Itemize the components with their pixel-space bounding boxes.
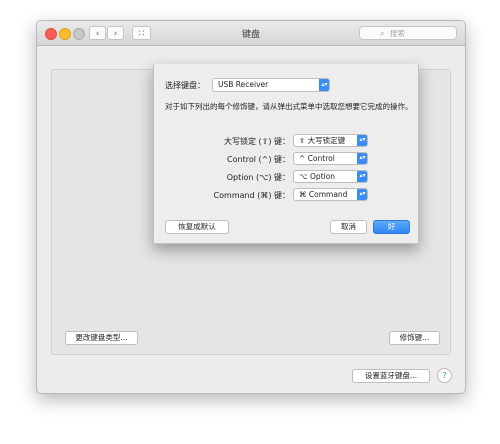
title-bar: ‹ › ∷ 键盘 ⌕ 搜索 [37,21,465,46]
option-action-value: ⌥ Option [299,172,336,181]
updown-arrows-icon: ▴▾ [357,135,367,146]
change-keyboard-type-button[interactable]: 更改键盘类型... [65,331,138,345]
help-icon: ? [442,371,447,380]
keyboard-preferences-window: ‹ › ∷ 键盘 ⌕ 搜索 更改键盘类型... 修饰键... 设置蓝牙键盘...… [36,20,466,394]
caps-lock-action-value: ⇪ 大写锁定键 [299,136,346,145]
command-action-value: ⌘ Command [299,190,348,199]
command-key-label: Command (⌘) 键： [213,191,290,200]
modifier-keys-button[interactable]: 修饰键... [389,331,440,345]
search-input[interactable]: ⌕ 搜索 [359,26,457,40]
updown-arrows-icon: ▴▾ [319,79,329,91]
search-placeholder: 搜索 [390,29,405,38]
modifier-keys-sheet: 选择键盘： USB Receiver ▴▾ 对于如下列出的每个修饰键，请从弹出式… [153,64,419,244]
ok-button[interactable]: 好 [373,220,410,234]
keyboard-select[interactable]: USB Receiver ▴▾ [212,78,330,92]
command-action-select[interactable]: ⌘ Command ▴▾ [293,188,368,201]
option-key-label: Option (⌥) 键： [226,173,290,182]
caps-lock-action-select[interactable]: ⇪ 大写锁定键 ▴▾ [293,134,368,147]
help-button[interactable]: ? [437,368,452,383]
set-up-bluetooth-keyboard-button[interactable]: 设置蓝牙键盘... [352,369,430,383]
select-keyboard-label: 选择键盘： [165,81,205,90]
control-action-value: ^ Control [299,154,335,163]
sheet-description: 对于如下列出的每个修饰键，请从弹出式菜单中选取您想要它完成的操作。 [165,102,413,111]
control-key-label: Control (^) 键： [227,155,290,164]
search-icon: ⌕ [380,29,385,38]
keyboard-select-value: USB Receiver [218,80,269,89]
restore-defaults-button[interactable]: 恢复成默认 [165,220,229,234]
cancel-button[interactable]: 取消 [330,220,367,234]
updown-arrows-icon: ▴▾ [357,153,367,164]
control-action-select[interactable]: ^ Control ▴▾ [293,152,368,165]
caps-lock-key-label: 大写锁定 (⇪) 键： [223,137,290,146]
updown-arrows-icon: ▴▾ [357,189,367,200]
updown-arrows-icon: ▴▾ [357,171,367,182]
option-action-select[interactable]: ⌥ Option ▴▾ [293,170,368,183]
